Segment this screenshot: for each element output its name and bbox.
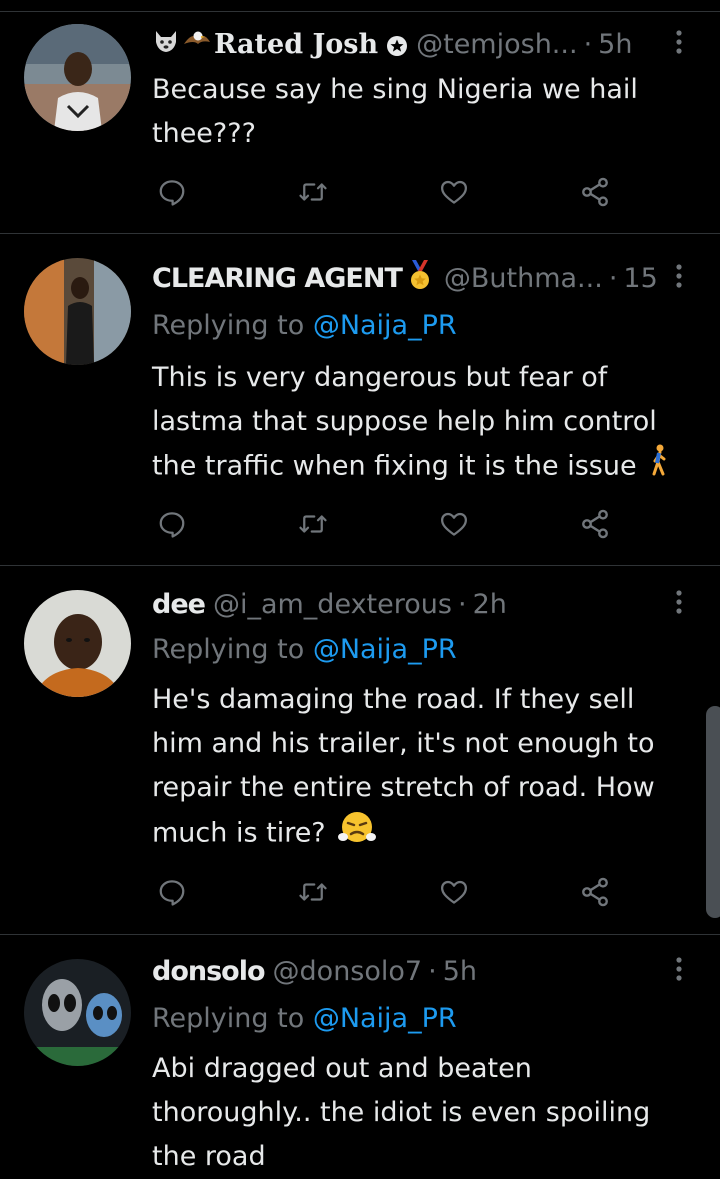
avatar[interactable]: [24, 959, 131, 1066]
more-options-icon[interactable]: [664, 584, 694, 620]
display-name[interactable]: Rated Josh: [214, 29, 378, 60]
separator: ·: [583, 28, 593, 60]
handle[interactable]: @i_am_dexterous: [213, 589, 452, 620]
share-icon[interactable]: [575, 872, 615, 912]
tweet-actions: [152, 172, 632, 212]
reply-icon[interactable]: [152, 172, 192, 212]
avatar[interactable]: [24, 258, 131, 365]
more-options-icon[interactable]: [664, 951, 694, 987]
person-walking-emoji: [649, 444, 671, 490]
tweet-actions: [152, 872, 632, 912]
handle[interactable]: @Buthma...: [444, 263, 603, 294]
timestamp[interactable]: 2h: [473, 589, 507, 620]
replying-prefix: Replying to: [152, 1003, 305, 1034]
face-with-steam-emoji: [338, 810, 377, 858]
more-options-icon[interactable]: [664, 258, 694, 294]
timestamp[interactable]: 5h: [598, 29, 632, 60]
handle[interactable]: @donsolo7: [273, 956, 423, 987]
tweet-text: He's damaging the road. If they sell him…: [152, 684, 655, 849]
separator: ·: [428, 955, 437, 987]
retweet-icon[interactable]: [293, 504, 333, 544]
avatar[interactable]: [24, 24, 131, 131]
tweet-header: Rated Josh @temjosh... · 5h: [152, 24, 660, 64]
retweet-icon[interactable]: [293, 172, 333, 212]
timestamp[interactable]: 5h: [443, 956, 477, 987]
like-icon[interactable]: [434, 504, 474, 544]
medal-icon: [406, 259, 434, 297]
avatar[interactable]: [24, 590, 131, 697]
share-icon[interactable]: [575, 504, 615, 544]
tweet[interactable]: donsolo @donsolo7 · 5h Replying to @Naij…: [0, 935, 720, 1172]
share-icon[interactable]: [575, 172, 615, 212]
display-name[interactable]: donsolo: [152, 956, 266, 987]
display-name[interactable]: dee: [152, 589, 206, 620]
tweet-header: CLEARING AGENT @Buthma... · 15m: [152, 258, 660, 298]
handle[interactable]: @temjosh...: [416, 29, 577, 60]
separator: ·: [608, 262, 618, 294]
tweet[interactable]: CLEARING AGENT @Buthma... · 15m Replyin: [0, 234, 720, 566]
tweet-text: Because say he sing Nigeria we hail thee…: [152, 74, 638, 149]
separator: ·: [457, 588, 467, 620]
scrollbar-thumb[interactable]: [706, 706, 720, 918]
like-icon[interactable]: [434, 872, 474, 912]
tweet-actions: [152, 504, 632, 544]
replying-to: Replying to @Naija_PR: [152, 306, 457, 346]
tweet-text-block: He's damaging the road. If they sell him…: [152, 678, 692, 858]
eagle-icon: [182, 28, 212, 60]
tweet-text: Abi dragged out and beaten thoroughly.. …: [152, 1053, 651, 1172]
wolf-face-icon: [152, 28, 180, 60]
tweet[interactable]: dee @i_am_dexterous · 2h Replying to @Na…: [0, 566, 720, 935]
mention-link[interactable]: @Naija_PR: [313, 1003, 457, 1034]
display-name[interactable]: CLEARING AGENT: [152, 263, 403, 294]
like-icon[interactable]: [434, 172, 474, 212]
reply-icon[interactable]: [152, 872, 192, 912]
tweet[interactable]: Rated Josh @temjosh... · 5h Because say …: [0, 0, 720, 234]
star-badge-icon: [386, 33, 408, 56]
replying-to: Replying to @Naija_PR: [152, 630, 457, 670]
reply-feed: Rated Josh @temjosh... · 5h Because say …: [0, 0, 720, 1172]
mention-link[interactable]: @Naija_PR: [313, 634, 457, 665]
timestamp[interactable]: 15m: [623, 263, 660, 294]
tweet-text-block: This is very dangerous but fear of lastm…: [152, 356, 692, 490]
reply-icon[interactable]: [152, 504, 192, 544]
tweet-text: This is very dangerous but fear of lastm…: [152, 362, 657, 482]
replying-prefix: Replying to: [152, 634, 305, 665]
more-options-icon[interactable]: [664, 24, 694, 60]
replying-to: Replying to @Naija_PR: [152, 999, 457, 1039]
retweet-icon[interactable]: [293, 872, 333, 912]
tweet-header: donsolo @donsolo7 · 5h: [152, 951, 660, 991]
tweet-header: dee @i_am_dexterous · 2h: [152, 584, 660, 624]
mention-link[interactable]: @Naija_PR: [313, 310, 457, 341]
replying-prefix: Replying to: [152, 310, 305, 341]
